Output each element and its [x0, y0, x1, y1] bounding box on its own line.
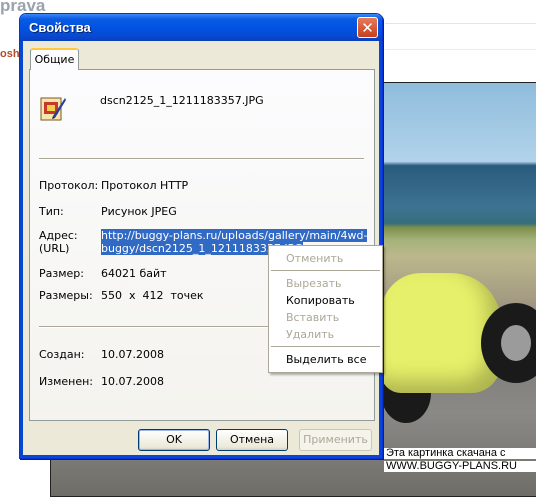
protocol-label: Протокол: [39, 179, 99, 192]
dialog-title: Свойства [29, 20, 91, 35]
dimensions-value: 550 x 412 точек [101, 289, 204, 302]
size-label: Размер: [39, 267, 84, 280]
ok-button[interactable]: OK [138, 429, 210, 451]
type-value: Рисунок JPEG [101, 205, 177, 218]
dialog-frame-bottom [20, 455, 382, 458]
separator [39, 158, 364, 160]
menu-separator [271, 270, 380, 271]
close-icon: ✕ [361, 19, 374, 37]
context-menu: Отменить Вырезать Копировать Вставить Уд… [268, 245, 383, 373]
menu-item-cut[interactable]: Вырезать [269, 275, 382, 292]
apply-button[interactable]: Применить [299, 429, 372, 451]
dialog-titlebar[interactable]: Свойства ✕ [20, 14, 382, 41]
modified-label: Изменен: [39, 375, 94, 388]
file-name: dscn2125_1_1211183357.JPG [100, 94, 264, 107]
address-label-line2: (URL) [39, 242, 70, 255]
dimensions-label: Размеры: [39, 289, 93, 302]
created-label: Создан: [39, 348, 85, 361]
menu-separator [271, 346, 380, 347]
address-label: Адрес: (URL) [39, 229, 78, 255]
menu-item-select-all[interactable]: Выделить все [269, 351, 382, 368]
wheel-hub [501, 325, 531, 361]
dialog-frame-left [20, 41, 23, 458]
menu-item-undo[interactable]: Отменить [269, 250, 382, 267]
menu-item-paste[interactable]: Вставить [269, 309, 382, 326]
menu-item-copy[interactable]: Копировать [269, 292, 382, 309]
photo-caption-line1: Эта картинка скачана с [384, 448, 536, 459]
cancel-button[interactable]: Отмена [216, 429, 288, 451]
page-divider [385, 23, 536, 24]
photo-caption-line2: WWW.BUGGY-PLANS.RU [384, 461, 536, 472]
properties-dialog: Свойства ✕ Общие dscn2125_1_1211183357.J… [19, 13, 383, 459]
close-button[interactable]: ✕ [357, 17, 378, 38]
side-label: osh [0, 48, 20, 60]
page-divider [385, 49, 536, 50]
modified-value: 10.07.2008 [101, 375, 164, 388]
address-url-line1[interactable]: http://buggy-plans.ru/uploads/gallery/ma… [101, 229, 368, 242]
tab-general[interactable]: Общие [30, 48, 79, 70]
jpeg-file-icon [40, 97, 66, 121]
address-label-line1: Адрес: [39, 229, 78, 242]
size-value: 64021 байт [101, 267, 167, 280]
created-value: 10.07.2008 [101, 348, 164, 361]
menu-item-delete[interactable]: Удалить [269, 326, 382, 343]
type-label: Тип: [39, 205, 64, 218]
protocol-value: Протокол HTTP [101, 179, 189, 192]
